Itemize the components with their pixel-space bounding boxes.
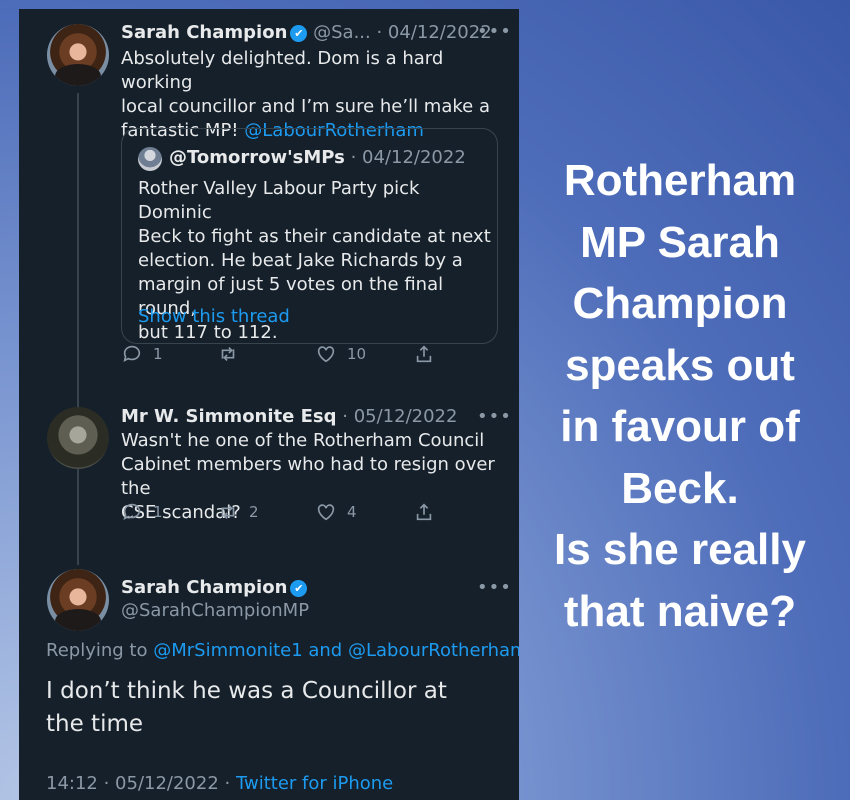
- tweet1-handle-date[interactable]: @Sa... · 04/12/2022: [313, 22, 492, 43]
- tweet3-more-icon[interactable]: •••: [477, 577, 512, 598]
- headline-line: Beck.: [621, 463, 739, 513]
- show-thread-link[interactable]: Show this thread: [138, 305, 290, 329]
- tweet2-header: Mr W. Simmonite Esq · 05/12/2022: [121, 406, 457, 427]
- like-count: 10: [347, 345, 367, 363]
- headline-line: speaks out: [565, 340, 795, 390]
- tweet3-meta: 14:12 · 05/12/2022 · Twitter for iPhone: [46, 773, 393, 794]
- quoted-avatar: [138, 147, 162, 171]
- verified-badge-icon: ✔: [290, 580, 308, 597]
- headline-line: in favour of: [560, 402, 800, 451]
- like-icon: [317, 346, 335, 363]
- tweet2-date[interactable]: · 05/12/2022: [342, 406, 457, 427]
- replying-to-links[interactable]: @MrSimmonite1 and @LabourRotherham: [153, 640, 519, 661]
- quoted-date: · 04/12/2022: [350, 147, 466, 168]
- tweet2-line: Wasn't he one of the Rotherham Council: [121, 430, 485, 451]
- tweet3-source[interactable]: Twitter for iPhone: [236, 773, 393, 794]
- share-button[interactable]: [413, 501, 435, 523]
- quoted-author-name: @Tomorrow'sMPs: [169, 147, 345, 168]
- tweet1-author-name[interactable]: Sarah Champion: [121, 22, 287, 43]
- tweet3-timestamp[interactable]: 14:12 · 05/12/2022 ·: [46, 773, 230, 794]
- reply-button[interactable]: 1: [121, 501, 163, 523]
- tweet1-line: Absolutely delighted. Dom is a hard work…: [121, 48, 444, 93]
- headline-text: Rotherham MP Sarah Champion speaks out i…: [530, 150, 830, 642]
- headline-line: Champion: [572, 279, 788, 328]
- replying-prefix: Replying to: [46, 640, 148, 661]
- reply-count: 1: [153, 345, 163, 363]
- reply-icon: [123, 345, 141, 362]
- tweet1-more-icon[interactable]: •••: [477, 21, 512, 42]
- tweet2-author-name[interactable]: Mr W. Simmonite Esq: [121, 406, 337, 427]
- avatar-sarah-champion[interactable]: [47, 24, 109, 86]
- thread-connector-line: [77, 93, 79, 565]
- headline-line: that naive?: [563, 586, 797, 636]
- retweet-button[interactable]: 2: [217, 501, 259, 523]
- like-button[interactable]: 10: [315, 343, 366, 365]
- tweet3-handle[interactable]: @SarahChampionMP: [121, 600, 309, 621]
- like-button[interactable]: 4: [315, 501, 357, 523]
- tweet3-author-name[interactable]: Sarah Champion: [121, 577, 287, 598]
- reply-button[interactable]: 1: [121, 343, 163, 365]
- tweet3-text: I don’t think he was a Councillor at the…: [46, 675, 447, 741]
- tweet1-line: local councillor and I’m sure he’ll make…: [121, 96, 490, 117]
- headline-line: Is she really: [554, 525, 806, 574]
- tweet1-header: Sarah Champion ✔ @Sa... · 04/12/2022: [121, 22, 492, 43]
- tweet3-line: the time: [46, 711, 144, 737]
- tweet3-line: I don’t think he was a Councillor at: [46, 678, 447, 704]
- headline-line: Rotherham: [563, 156, 797, 205]
- quoted-line: election. He beat Jake Richards by a: [138, 250, 463, 271]
- reply-icon: [123, 503, 141, 520]
- avatar-sarah-champion[interactable]: [47, 569, 109, 631]
- like-icon: [317, 504, 335, 521]
- avatar-mr-w-simmonite[interactable]: [47, 407, 109, 469]
- quoted-line: Rother Valley Labour Party pick Dominic: [138, 178, 420, 223]
- share-button[interactable]: [413, 343, 435, 365]
- like-count: 4: [347, 503, 357, 521]
- quoted-header: @Tomorrow'sMPs · 04/12/2022: [169, 147, 466, 168]
- replying-to-line: Replying to @MrSimmonite1 and @LabourRot…: [46, 640, 519, 661]
- retweet-icon: [221, 346, 235, 362]
- headline-line: MP Sarah: [580, 217, 780, 267]
- quoted-tweet-card[interactable]: @Tomorrow'sMPs · 04/12/2022 Rother Valle…: [121, 128, 498, 344]
- tweet3-header: Sarah Champion ✔: [121, 577, 308, 598]
- retweet-count: 2: [249, 503, 259, 521]
- tweet2-line: Cabinet members who had to resign over t…: [121, 454, 495, 499]
- twitter-thread-panel: Sarah Champion ✔ @Sa... · 04/12/2022 ••• …: [19, 9, 519, 800]
- quoted-line: Beck to fight as their candidate at next: [138, 226, 491, 247]
- share-icon: [416, 345, 432, 363]
- reply-count: 1: [153, 503, 163, 521]
- tweet2-more-icon[interactable]: •••: [477, 406, 512, 427]
- verified-badge-icon: ✔: [290, 25, 308, 42]
- retweet-button[interactable]: [217, 343, 249, 365]
- retweet-icon: [221, 504, 235, 520]
- share-icon: [416, 503, 432, 521]
